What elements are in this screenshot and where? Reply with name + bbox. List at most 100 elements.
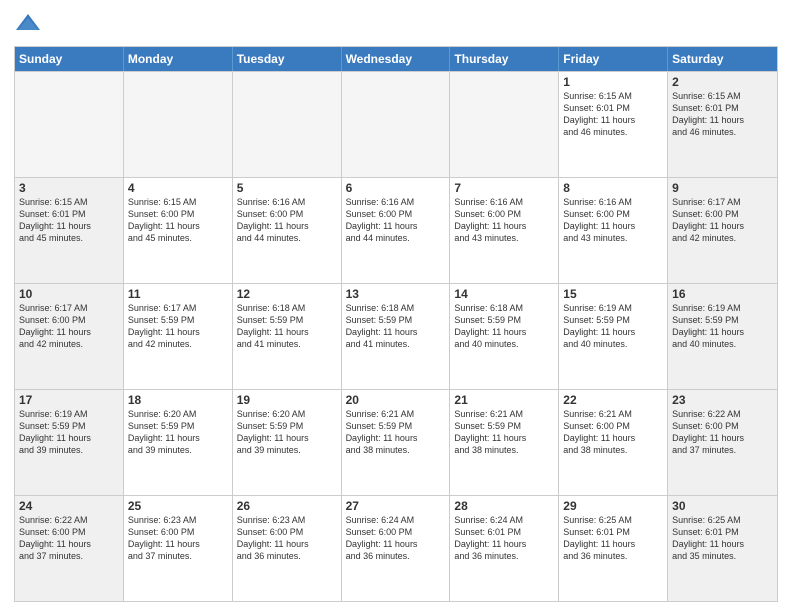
cal-day-8: 8Sunrise: 6:16 AM Sunset: 6:00 PM Daylig…: [559, 178, 668, 283]
cal-day-4: 4Sunrise: 6:15 AM Sunset: 6:00 PM Daylig…: [124, 178, 233, 283]
day-number: 12: [237, 287, 337, 301]
day-number: 14: [454, 287, 554, 301]
day-info: Sunrise: 6:23 AM Sunset: 6:00 PM Dayligh…: [237, 514, 337, 563]
day-info: Sunrise: 6:16 AM Sunset: 6:00 PM Dayligh…: [563, 196, 663, 245]
day-number: 16: [672, 287, 773, 301]
cal-day-26: 26Sunrise: 6:23 AM Sunset: 6:00 PM Dayli…: [233, 496, 342, 601]
day-number: 1: [563, 75, 663, 89]
cal-empty-0-1: [124, 72, 233, 177]
day-info: Sunrise: 6:24 AM Sunset: 6:00 PM Dayligh…: [346, 514, 446, 563]
cal-day-5: 5Sunrise: 6:16 AM Sunset: 6:00 PM Daylig…: [233, 178, 342, 283]
day-info: Sunrise: 6:17 AM Sunset: 6:00 PM Dayligh…: [672, 196, 773, 245]
cal-day-14: 14Sunrise: 6:18 AM Sunset: 5:59 PM Dayli…: [450, 284, 559, 389]
cal-header-wednesday: Wednesday: [342, 47, 451, 71]
calendar-page: SundayMondayTuesdayWednesdayThursdayFrid…: [0, 0, 792, 612]
cal-header-friday: Friday: [559, 47, 668, 71]
day-number: 23: [672, 393, 773, 407]
day-info: Sunrise: 6:24 AM Sunset: 6:01 PM Dayligh…: [454, 514, 554, 563]
cal-day-23: 23Sunrise: 6:22 AM Sunset: 6:00 PM Dayli…: [668, 390, 777, 495]
cal-header-monday: Monday: [124, 47, 233, 71]
cal-day-10: 10Sunrise: 6:17 AM Sunset: 6:00 PM Dayli…: [15, 284, 124, 389]
cal-header-saturday: Saturday: [668, 47, 777, 71]
day-number: 30: [672, 499, 773, 513]
calendar-body: 1Sunrise: 6:15 AM Sunset: 6:01 PM Daylig…: [15, 71, 777, 601]
cal-header-thursday: Thursday: [450, 47, 559, 71]
cal-day-7: 7Sunrise: 6:16 AM Sunset: 6:00 PM Daylig…: [450, 178, 559, 283]
day-number: 3: [19, 181, 119, 195]
calendar: SundayMondayTuesdayWednesdayThursdayFrid…: [14, 46, 778, 602]
cal-day-3: 3Sunrise: 6:15 AM Sunset: 6:01 PM Daylig…: [15, 178, 124, 283]
day-info: Sunrise: 6:25 AM Sunset: 6:01 PM Dayligh…: [672, 514, 773, 563]
cal-day-20: 20Sunrise: 6:21 AM Sunset: 5:59 PM Dayli…: [342, 390, 451, 495]
day-number: 26: [237, 499, 337, 513]
day-info: Sunrise: 6:18 AM Sunset: 5:59 PM Dayligh…: [237, 302, 337, 351]
day-info: Sunrise: 6:19 AM Sunset: 5:59 PM Dayligh…: [672, 302, 773, 351]
day-number: 22: [563, 393, 663, 407]
cal-day-29: 29Sunrise: 6:25 AM Sunset: 6:01 PM Dayli…: [559, 496, 668, 601]
day-number: 4: [128, 181, 228, 195]
day-number: 21: [454, 393, 554, 407]
day-number: 2: [672, 75, 773, 89]
day-number: 19: [237, 393, 337, 407]
day-number: 13: [346, 287, 446, 301]
day-info: Sunrise: 6:22 AM Sunset: 6:00 PM Dayligh…: [672, 408, 773, 457]
day-info: Sunrise: 6:20 AM Sunset: 5:59 PM Dayligh…: [128, 408, 228, 457]
day-info: Sunrise: 6:16 AM Sunset: 6:00 PM Dayligh…: [454, 196, 554, 245]
day-info: Sunrise: 6:17 AM Sunset: 6:00 PM Dayligh…: [19, 302, 119, 351]
day-info: Sunrise: 6:25 AM Sunset: 6:01 PM Dayligh…: [563, 514, 663, 563]
cal-header-tuesday: Tuesday: [233, 47, 342, 71]
day-info: Sunrise: 6:18 AM Sunset: 5:59 PM Dayligh…: [454, 302, 554, 351]
day-info: Sunrise: 6:15 AM Sunset: 6:01 PM Dayligh…: [563, 90, 663, 139]
cal-week-5: 24Sunrise: 6:22 AM Sunset: 6:00 PM Dayli…: [15, 495, 777, 601]
cal-day-27: 27Sunrise: 6:24 AM Sunset: 6:00 PM Dayli…: [342, 496, 451, 601]
cal-day-25: 25Sunrise: 6:23 AM Sunset: 6:00 PM Dayli…: [124, 496, 233, 601]
cal-day-30: 30Sunrise: 6:25 AM Sunset: 6:01 PM Dayli…: [668, 496, 777, 601]
day-info: Sunrise: 6:21 AM Sunset: 5:59 PM Dayligh…: [454, 408, 554, 457]
cal-header-sunday: Sunday: [15, 47, 124, 71]
day-info: Sunrise: 6:15 AM Sunset: 6:01 PM Dayligh…: [19, 196, 119, 245]
cal-day-21: 21Sunrise: 6:21 AM Sunset: 5:59 PM Dayli…: [450, 390, 559, 495]
cal-day-1: 1Sunrise: 6:15 AM Sunset: 6:01 PM Daylig…: [559, 72, 668, 177]
cal-week-4: 17Sunrise: 6:19 AM Sunset: 5:59 PM Dayli…: [15, 389, 777, 495]
day-info: Sunrise: 6:18 AM Sunset: 5:59 PM Dayligh…: [346, 302, 446, 351]
cal-day-15: 15Sunrise: 6:19 AM Sunset: 5:59 PM Dayli…: [559, 284, 668, 389]
logo-icon: [14, 10, 42, 38]
day-number: 27: [346, 499, 446, 513]
cal-day-17: 17Sunrise: 6:19 AM Sunset: 5:59 PM Dayli…: [15, 390, 124, 495]
day-info: Sunrise: 6:21 AM Sunset: 6:00 PM Dayligh…: [563, 408, 663, 457]
day-number: 7: [454, 181, 554, 195]
day-info: Sunrise: 6:22 AM Sunset: 6:00 PM Dayligh…: [19, 514, 119, 563]
cal-day-16: 16Sunrise: 6:19 AM Sunset: 5:59 PM Dayli…: [668, 284, 777, 389]
cal-day-2: 2Sunrise: 6:15 AM Sunset: 6:01 PM Daylig…: [668, 72, 777, 177]
day-number: 25: [128, 499, 228, 513]
cal-day-12: 12Sunrise: 6:18 AM Sunset: 5:59 PM Dayli…: [233, 284, 342, 389]
cal-empty-0-0: [15, 72, 124, 177]
day-number: 11: [128, 287, 228, 301]
day-number: 28: [454, 499, 554, 513]
cal-week-2: 3Sunrise: 6:15 AM Sunset: 6:01 PM Daylig…: [15, 177, 777, 283]
cal-empty-0-3: [342, 72, 451, 177]
header: [14, 10, 778, 38]
day-info: Sunrise: 6:17 AM Sunset: 5:59 PM Dayligh…: [128, 302, 228, 351]
day-info: Sunrise: 6:19 AM Sunset: 5:59 PM Dayligh…: [19, 408, 119, 457]
day-number: 17: [19, 393, 119, 407]
day-info: Sunrise: 6:20 AM Sunset: 5:59 PM Dayligh…: [237, 408, 337, 457]
cal-day-22: 22Sunrise: 6:21 AM Sunset: 6:00 PM Dayli…: [559, 390, 668, 495]
day-number: 10: [19, 287, 119, 301]
day-number: 6: [346, 181, 446, 195]
cal-day-9: 9Sunrise: 6:17 AM Sunset: 6:00 PM Daylig…: [668, 178, 777, 283]
cal-day-13: 13Sunrise: 6:18 AM Sunset: 5:59 PM Dayli…: [342, 284, 451, 389]
day-info: Sunrise: 6:19 AM Sunset: 5:59 PM Dayligh…: [563, 302, 663, 351]
cal-day-28: 28Sunrise: 6:24 AM Sunset: 6:01 PM Dayli…: [450, 496, 559, 601]
day-info: Sunrise: 6:23 AM Sunset: 6:00 PM Dayligh…: [128, 514, 228, 563]
logo: [14, 10, 46, 38]
day-number: 18: [128, 393, 228, 407]
cal-day-6: 6Sunrise: 6:16 AM Sunset: 6:00 PM Daylig…: [342, 178, 451, 283]
day-info: Sunrise: 6:15 AM Sunset: 6:00 PM Dayligh…: [128, 196, 228, 245]
day-number: 15: [563, 287, 663, 301]
cal-day-11: 11Sunrise: 6:17 AM Sunset: 5:59 PM Dayli…: [124, 284, 233, 389]
cal-day-19: 19Sunrise: 6:20 AM Sunset: 5:59 PM Dayli…: [233, 390, 342, 495]
cal-empty-0-4: [450, 72, 559, 177]
day-number: 5: [237, 181, 337, 195]
cal-day-24: 24Sunrise: 6:22 AM Sunset: 6:00 PM Dayli…: [15, 496, 124, 601]
